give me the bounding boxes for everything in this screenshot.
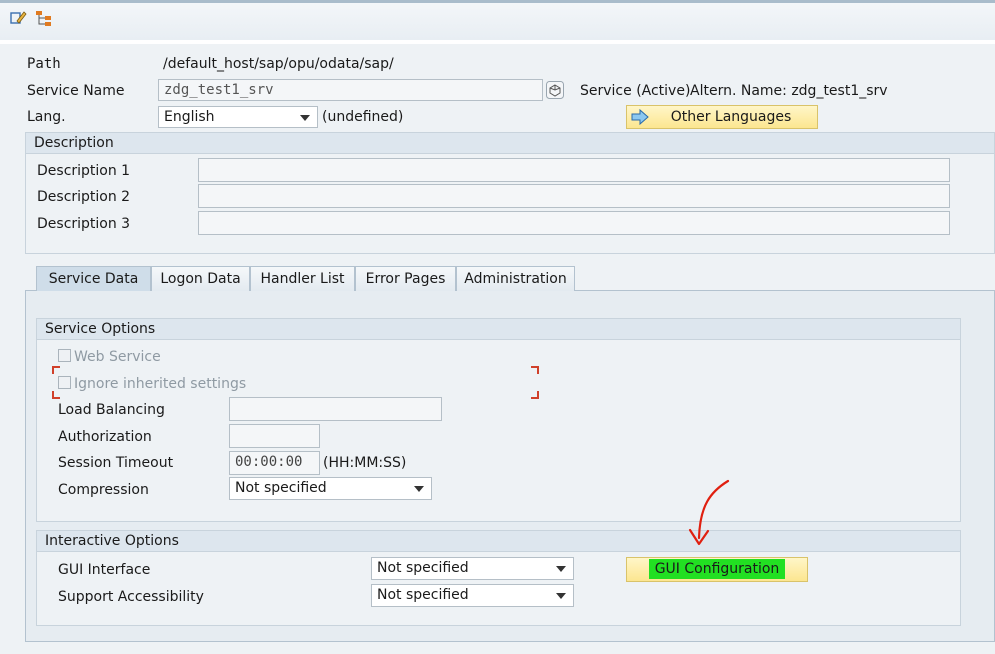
gui-configuration-label: GUI Configuration (648, 559, 786, 579)
load-balancing-label: Load Balancing (58, 402, 165, 418)
gui-configuration-button[interactable]: GUI Configuration (626, 557, 808, 582)
tab-handler-list[interactable]: Handler List (250, 266, 355, 291)
authorization-label: Authorization (58, 429, 152, 445)
lang-dropdown[interactable]: English (158, 106, 318, 128)
tab-service-data[interactable]: Service Data (36, 266, 151, 291)
description-2-field[interactable] (198, 184, 950, 208)
alternative-name: Altern. Name: zdg_test1_srv (690, 83, 888, 99)
session-timeout-label: Session Timeout (58, 455, 174, 471)
gui-interface-value: Not specified (377, 560, 469, 576)
description-2-label: Description 2 (37, 189, 131, 205)
lang-label: Lang. (27, 109, 66, 125)
gui-interface-dropdown[interactable]: Not specified (371, 557, 574, 580)
gui-interface-label: GUI Interface (58, 562, 151, 578)
description-3-field[interactable] (198, 211, 950, 235)
chevron-down-icon (556, 593, 566, 599)
service-name-value: zdg_test1_srv (164, 82, 274, 98)
lang-undefined-text: (undefined) (322, 109, 404, 125)
focus-corner-tr (531, 366, 539, 374)
description-3-label: Description 3 (37, 216, 131, 232)
support-accessibility-label: Support Accessibility (58, 589, 204, 605)
other-languages-label: Other Languages (670, 109, 792, 125)
application-toolbar (0, 0, 995, 40)
focus-corner-br (531, 391, 539, 399)
session-timeout-field[interactable]: 00:00:00 (229, 451, 320, 475)
interactive-options-title: Interactive Options (37, 531, 960, 552)
ignore-inherited-checkbox[interactable] (58, 376, 71, 389)
load-balancing-field[interactable] (229, 397, 442, 421)
support-accessibility-dropdown[interactable]: Not specified (371, 584, 574, 607)
compression-value: Not specified (235, 480, 327, 496)
authorization-field[interactable] (229, 424, 320, 448)
service-name-label: Service Name (27, 83, 125, 99)
description-group-title: Description (26, 133, 994, 154)
path-value: /default_host/sap/opu/odata/sap/ (163, 56, 394, 72)
session-timeout-format: (HH:MM:SS) (323, 455, 407, 471)
service-options-title: Service Options (37, 319, 960, 340)
chevron-down-icon (414, 486, 424, 492)
description-1-field[interactable] (198, 158, 950, 182)
chevron-down-icon (300, 115, 310, 121)
path-label: Path (27, 56, 61, 72)
object-info-icon[interactable] (546, 81, 564, 99)
description-1-label: Description 1 (37, 163, 131, 179)
tab-error-pages[interactable]: Error Pages (355, 266, 456, 291)
chevron-down-icon (556, 566, 566, 572)
compression-dropdown[interactable]: Not specified (229, 477, 432, 500)
tab-logon-data[interactable]: Logon Data (151, 266, 250, 291)
service-status: Service (Active) (580, 83, 691, 99)
service-options-group: Service Options (36, 318, 961, 522)
hierarchy-icon[interactable] (35, 9, 53, 27)
compression-label: Compression (58, 482, 149, 498)
tab-administration[interactable]: Administration (456, 266, 575, 291)
display-change-icon[interactable] (9, 9, 27, 27)
support-accessibility-value: Not specified (377, 587, 469, 603)
lang-value: English (164, 109, 215, 125)
service-name-field[interactable]: zdg_test1_srv (158, 79, 543, 101)
other-languages-button[interactable]: Other Languages (626, 105, 818, 129)
annotation-arrow-icon (680, 478, 736, 550)
web-service-checkbox[interactable] (58, 349, 71, 362)
arrow-right-icon (630, 108, 650, 133)
focus-corner-bl (52, 391, 60, 399)
focus-corner-tl (52, 366, 60, 374)
web-service-label: Web Service (74, 349, 161, 365)
ignore-inherited-label: Ignore inherited settings (74, 376, 247, 392)
session-timeout-value: 00:00:00 (235, 454, 303, 470)
